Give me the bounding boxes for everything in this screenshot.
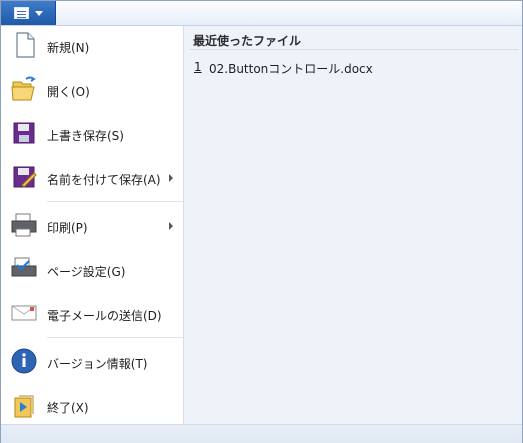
menu-item-open[interactable]: 開く(O) bbox=[1, 70, 183, 110]
menu-item-exit[interactable]: 終了(X) bbox=[1, 386, 183, 426]
page-setup-icon bbox=[11, 257, 37, 277]
mail-icon bbox=[11, 305, 37, 321]
printer-icon bbox=[11, 213, 37, 237]
recent-files-pane bbox=[184, 26, 522, 424]
menu-item-label: 新規(N) bbox=[47, 41, 90, 55]
menu-item-label: 印刷(P) bbox=[47, 221, 88, 235]
exit-icon bbox=[14, 395, 34, 418]
application-menu-button[interactable] bbox=[1, 1, 56, 25]
menu-item-label: 名前を付けて保存(A) bbox=[47, 173, 161, 187]
recent-files-title: 最近使ったファイル bbox=[193, 34, 302, 48]
menu-item-label: 開く(O) bbox=[47, 85, 90, 99]
menu-item-print[interactable]: 印刷(P) bbox=[1, 206, 183, 246]
menu-separator bbox=[47, 337, 183, 338]
application-menu-window: 新規(N) 開く(O) 上書き保存(S) 名前を付けて保存(A) 印刷(P) ペ… bbox=[0, 0, 523, 443]
info-icon bbox=[11, 348, 37, 374]
menu-separator bbox=[47, 201, 183, 202]
recent-file-item[interactable]: 1 02.Buttonコントロール.docx bbox=[189, 58, 409, 76]
chevron-down-icon bbox=[35, 11, 43, 16]
title-bar bbox=[1, 1, 522, 26]
submenu-arrow-icon bbox=[169, 222, 173, 230]
save-as-icon bbox=[13, 166, 37, 188]
menu-item-label: 上書き保存(S) bbox=[47, 129, 124, 143]
menu-item-send-email[interactable]: 電子メールの送信(D) bbox=[1, 294, 183, 334]
menu-item-new[interactable]: 新規(N) bbox=[1, 26, 183, 66]
recent-file-index: 1 bbox=[194, 60, 202, 74]
menu-item-label: ページ設定(G) bbox=[47, 265, 126, 279]
menu-item-label: 電子メールの送信(D) bbox=[47, 309, 162, 323]
menu-item-version-info[interactable]: バージョン情報(T) bbox=[1, 342, 183, 382]
menu-item-label: バージョン情報(T) bbox=[47, 357, 148, 371]
menu-item-label: 終了(X) bbox=[47, 401, 89, 415]
submenu-arrow-icon bbox=[169, 174, 173, 182]
menu-pane: 新規(N) 開く(O) 上書き保存(S) 名前を付けて保存(A) 印刷(P) ペ… bbox=[1, 26, 184, 424]
save-icon bbox=[13, 122, 35, 144]
menu-item-save-as[interactable]: 名前を付けて保存(A) bbox=[1, 158, 183, 198]
menu-icon bbox=[14, 7, 29, 19]
recent-file-name: 02.Buttonコントロール.docx bbox=[209, 62, 373, 76]
bottom-bar bbox=[1, 424, 522, 443]
menu-item-save[interactable]: 上書き保存(S) bbox=[1, 114, 183, 154]
menu-item-page-setup[interactable]: ページ設定(G) bbox=[1, 250, 183, 290]
recent-files-divider bbox=[189, 49, 519, 50]
document-icon bbox=[16, 32, 35, 58]
folder-open-icon bbox=[11, 76, 36, 101]
